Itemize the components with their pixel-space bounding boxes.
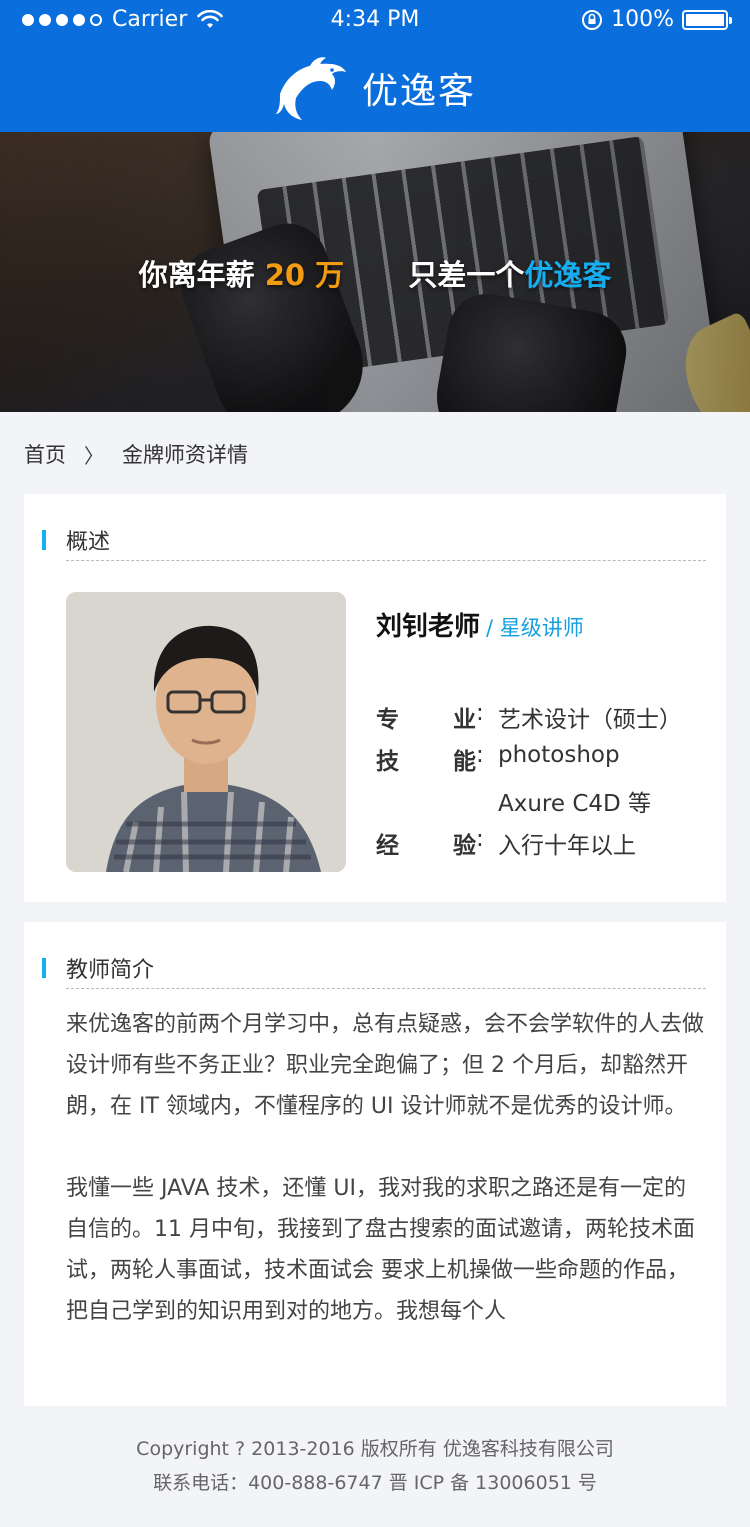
overview-card: 概述 刘钊老师 / 星级讲师 专业 : 艺术设计（硕士） 技 能: photo…: [24, 494, 726, 902]
battery-percent: 100%: [611, 7, 674, 32]
section-accent-bar: [42, 958, 46, 978]
chevron-right-icon: 〉: [84, 443, 104, 468]
intro-title: 教师简介: [66, 958, 155, 983]
orientation-lock-icon: [582, 10, 603, 30]
hero-brand-name: 优逸客: [524, 258, 612, 292]
divider: [66, 560, 706, 561]
dolphin-logo-icon: [275, 57, 346, 120]
hero-banner[interactable]: 你离年薪 20 万 只差一个优逸客: [0, 132, 750, 412]
copyright-text: Copyright ? 2013-2016 版权所有 优逸客科技有限公司: [136, 1438, 614, 1460]
teacher-bio: 来优逸客的前两个月学习中，总有点疑惑，会不会学软件的人去做设计师有些不务正业？职…: [66, 1004, 706, 1373]
major-label: 专业: [376, 707, 476, 733]
battery-icon: [682, 10, 732, 30]
info-row-major: 专业 : 艺术设计（硕士）: [376, 700, 682, 733]
major-value: 艺术设计（硕士）: [498, 707, 682, 733]
hero-text-part1: 你离年薪: [138, 258, 255, 292]
breadcrumb-home-link[interactable]: 首页: [24, 439, 66, 469]
contact-text: 联系电话：400-888-6747 晋 ICP 备 13006051 号: [153, 1472, 597, 1494]
breadcrumb: 首页 〉 金牌师资详情: [24, 436, 248, 472]
experience-label: 经验: [376, 833, 476, 859]
bio-paragraph-2: 我懂一些 JAVA 技术，还懂 UI，我对我的求职之路还是有一定的自信的。11 …: [66, 1176, 695, 1324]
app-header: Carrier 4:34 PM 100% 优逸客: [0, 0, 750, 132]
overview-title: 概述: [66, 530, 111, 555]
teacher-intro-card: 教师简介 来优逸客的前两个月学习中，总有点疑惑，会不会学软件的人去做设计师有些不…: [24, 922, 726, 1406]
info-row-experience: 经验 : 入行十年以上: [376, 826, 636, 859]
hero-text-part2: 只差一个: [408, 258, 525, 292]
skills-label: 技能: [376, 749, 476, 775]
hero-slogan: 你离年薪 20 万 只差一个优逸客: [0, 252, 750, 294]
section-accent-bar: [42, 530, 46, 550]
skills-value-2: Axure C4D 等: [498, 791, 652, 817]
footer: Copyright ? 2013-2016 版权所有 优逸客科技有限公司 联系电…: [0, 1432, 750, 1500]
bio-paragraph-1: 来优逸客的前两个月学习中，总有点疑惑，会不会学软件的人去做设计师有些不务正业？职…: [66, 1012, 705, 1119]
divider: [66, 988, 706, 989]
hero-salary-number: 20 万: [264, 258, 345, 292]
brand[interactable]: 优逸客: [0, 48, 750, 128]
breadcrumb-current: 金牌师资详情: [122, 443, 248, 467]
teacher-rank: / 星级讲师: [486, 616, 584, 640]
status-bar: Carrier 4:34 PM 100%: [0, 0, 750, 40]
experience-value: 入行十年以上: [498, 833, 636, 859]
brand-title: 优逸客: [361, 71, 476, 112]
skills-value-1: photoshop: [498, 742, 620, 768]
teacher-name: 刘钊老师: [376, 612, 481, 642]
teacher-heading: 刘钊老师 / 星级讲师: [376, 606, 584, 643]
info-row-skills: 技能 : photoshop: [376, 742, 620, 775]
info-row-skills-2: Axure C4D 等: [376, 784, 651, 818]
teacher-photo: [66, 592, 346, 872]
